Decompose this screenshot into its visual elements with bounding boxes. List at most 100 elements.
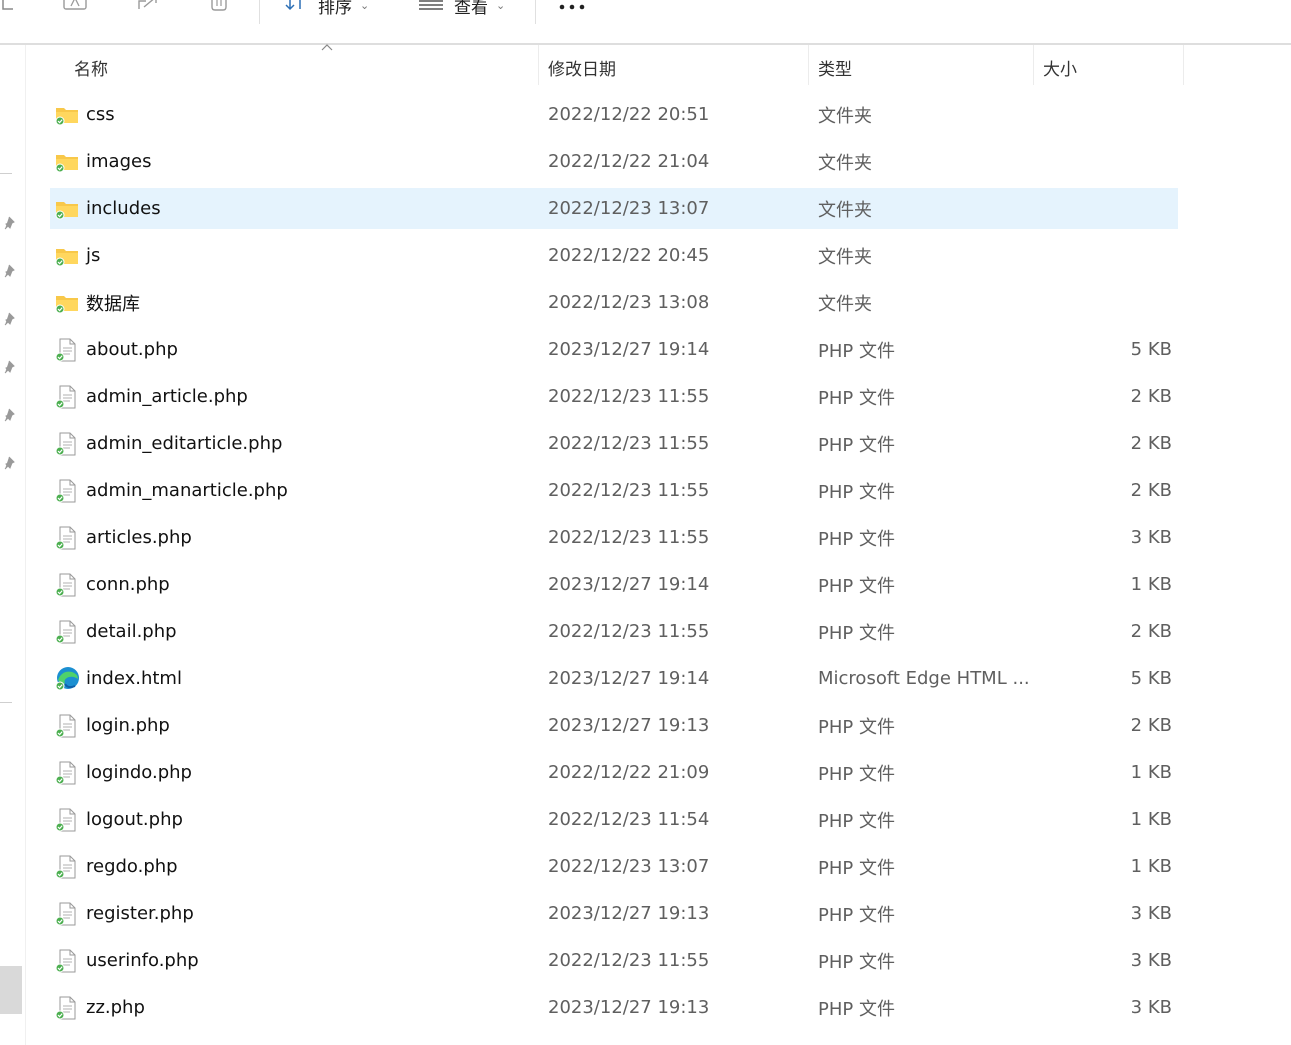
file-modified-date: 2022/12/23 11:55 — [548, 433, 710, 454]
file-type: 文件夹 — [818, 105, 872, 127]
sort-button[interactable]: 排序 ⌄ — [284, 0, 370, 18]
column-resize-handle[interactable] — [1033, 45, 1034, 85]
more-options-button[interactable] — [558, 0, 586, 18]
php-file-icon — [54, 525, 80, 551]
file-type: PHP 文件 — [818, 481, 895, 503]
new-button[interactable] — [0, 0, 16, 16]
file-size: 5 KB — [1130, 668, 1172, 689]
php-file-icon — [54, 854, 80, 880]
file-row[interactable]: zz.php 2023/12/27 19:13 PHP 文件 3 KB — [50, 987, 1178, 1028]
file-size: 5 KB — [1130, 339, 1172, 360]
file-type: PHP 文件 — [818, 904, 895, 926]
file-row[interactable]: conn.php 2023/12/27 19:14 PHP 文件 1 KB — [50, 564, 1178, 605]
file-name: admin_editarticle.php — [86, 433, 283, 454]
file-name: userinfo.php — [86, 950, 199, 971]
more-icon — [559, 4, 585, 10]
file-type: PHP 文件 — [818, 857, 895, 879]
pin-icon[interactable] — [4, 312, 18, 326]
file-modified-date: 2023/12/27 19:14 — [548, 668, 710, 689]
file-type: PHP 文件 — [818, 951, 895, 973]
column-header-size[interactable]: 大小 — [1043, 45, 1077, 89]
nav-scrollbar-thumb[interactable] — [0, 966, 22, 1014]
file-row[interactable]: 数据库 2022/12/23 13:08 文件夹 — [50, 282, 1178, 323]
file-modified-date: 2022/12/22 20:51 — [548, 104, 710, 125]
command-bar: 排序 ⌄ 查看 ⌄ — [0, 0, 1291, 44]
file-name: about.php — [86, 339, 178, 360]
file-size: 3 KB — [1130, 950, 1172, 971]
column-header-type[interactable]: 类型 — [818, 45, 852, 89]
column-header-name[interactable]: 名称 — [74, 45, 108, 89]
file-type: PHP 文件 — [818, 528, 895, 550]
file-row[interactable]: logout.php 2022/12/23 11:54 PHP 文件 1 KB — [50, 799, 1178, 840]
file-size: 3 KB — [1130, 527, 1172, 548]
folder-icon — [54, 243, 80, 269]
column-resize-handle[interactable] — [808, 45, 809, 85]
file-modified-date: 2022/12/22 20:45 — [548, 245, 710, 266]
php-file-icon — [54, 619, 80, 645]
php-file-icon — [54, 572, 80, 598]
file-name: articles.php — [86, 527, 192, 548]
file-row[interactable]: images 2022/12/22 21:04 文件夹 — [50, 141, 1178, 182]
file-name: index.html — [86, 668, 182, 689]
rename-button[interactable] — [62, 0, 88, 16]
file-row[interactable]: admin_article.php 2022/12/23 11:55 PHP 文件 2… — [50, 376, 1178, 417]
file-row[interactable]: index.html 2023/12/27 19:14 Microsoft Edge… — [50, 658, 1178, 699]
file-name: includes — [86, 198, 161, 219]
file-row[interactable]: detail.php 2022/12/23 11:55 PHP 文件 2 KB — [50, 611, 1178, 652]
file-size: 3 KB — [1130, 997, 1172, 1018]
pin-icon[interactable] — [4, 264, 18, 278]
file-name: detail.php — [86, 621, 177, 642]
pin-icon[interactable] — [4, 216, 18, 230]
php-file-icon — [54, 901, 80, 927]
file-modified-date: 2022/12/22 21:09 — [548, 762, 710, 783]
file-row[interactable]: admin_manarticle.php 2022/12/23 11:55 PHP … — [50, 470, 1178, 511]
file-size: 3 KB — [1130, 903, 1172, 924]
share-button[interactable] — [136, 0, 162, 16]
toolbar-separator — [535, 0, 536, 24]
pin-icon[interactable] — [4, 408, 18, 422]
file-modified-date: 2022/12/23 13:07 — [548, 198, 710, 219]
php-file-icon — [54, 948, 80, 974]
file-row[interactable]: userinfo.php 2022/12/23 11:55 PHP 文件 3 KB — [50, 940, 1178, 981]
column-resize-handle[interactable] — [538, 45, 539, 85]
chevron-down-icon: ⌄ — [360, 0, 370, 12]
file-size: 2 KB — [1130, 480, 1172, 501]
view-label: 查看 — [454, 0, 488, 18]
file-type: PHP 文件 — [818, 998, 895, 1020]
php-file-icon — [54, 337, 80, 363]
file-row[interactable]: login.php 2023/12/27 19:13 PHP 文件 2 KB — [50, 705, 1178, 746]
pin-icon[interactable] — [4, 456, 18, 470]
pin-icon[interactable] — [4, 360, 18, 374]
file-row[interactable]: css 2022/12/22 20:51 文件夹 — [50, 94, 1178, 135]
file-modified-date: 2022/12/23 13:08 — [548, 292, 710, 313]
file-row[interactable]: admin_editarticle.php 2022/12/23 11:55 PHP… — [50, 423, 1178, 464]
chevron-down-icon: ⌄ — [496, 0, 506, 12]
file-row[interactable]: logindo.php 2022/12/22 21:09 PHP 文件 1 KB — [50, 752, 1178, 793]
file-row[interactable]: about.php 2023/12/27 19:14 PHP 文件 5 KB — [50, 329, 1178, 370]
file-name: 数据库 — [86, 293, 140, 315]
column-resize-handle[interactable] — [1183, 45, 1184, 85]
file-row[interactable]: articles.php 2022/12/23 11:55 PHP 文件 3 KB — [50, 517, 1178, 558]
sort-ascending-icon — [321, 44, 333, 51]
file-row[interactable]: regdo.php 2022/12/23 13:07 PHP 文件 1 KB — [50, 846, 1178, 887]
file-type: 文件夹 — [818, 152, 872, 174]
file-name: js — [86, 245, 101, 266]
trash-icon — [211, 0, 227, 11]
column-header: 名称 修改日期 类型 大小 — [26, 44, 1291, 89]
file-name: logout.php — [86, 809, 183, 830]
pane-divider[interactable] — [25, 45, 26, 1045]
php-file-icon — [54, 431, 80, 457]
file-name: regdo.php — [86, 856, 178, 877]
sort-label: 排序 — [318, 0, 352, 18]
view-button[interactable]: 查看 ⌄ — [418, 0, 506, 18]
file-type: PHP 文件 — [818, 340, 895, 362]
file-modified-date: 2022/12/23 11:55 — [548, 480, 710, 501]
file-row[interactable]: includes 2022/12/23 13:07 文件夹 — [50, 188, 1178, 229]
file-row[interactable]: register.php 2023/12/27 19:13 PHP 文件 3 KB — [50, 893, 1178, 934]
file-row[interactable]: js 2022/12/22 20:45 文件夹 — [50, 235, 1178, 276]
edge-html-icon — [54, 666, 80, 692]
new-icon — [2, 0, 13, 10]
folder-icon — [54, 149, 80, 175]
column-header-modified[interactable]: 修改日期 — [548, 45, 616, 89]
delete-button[interactable] — [208, 0, 230, 16]
